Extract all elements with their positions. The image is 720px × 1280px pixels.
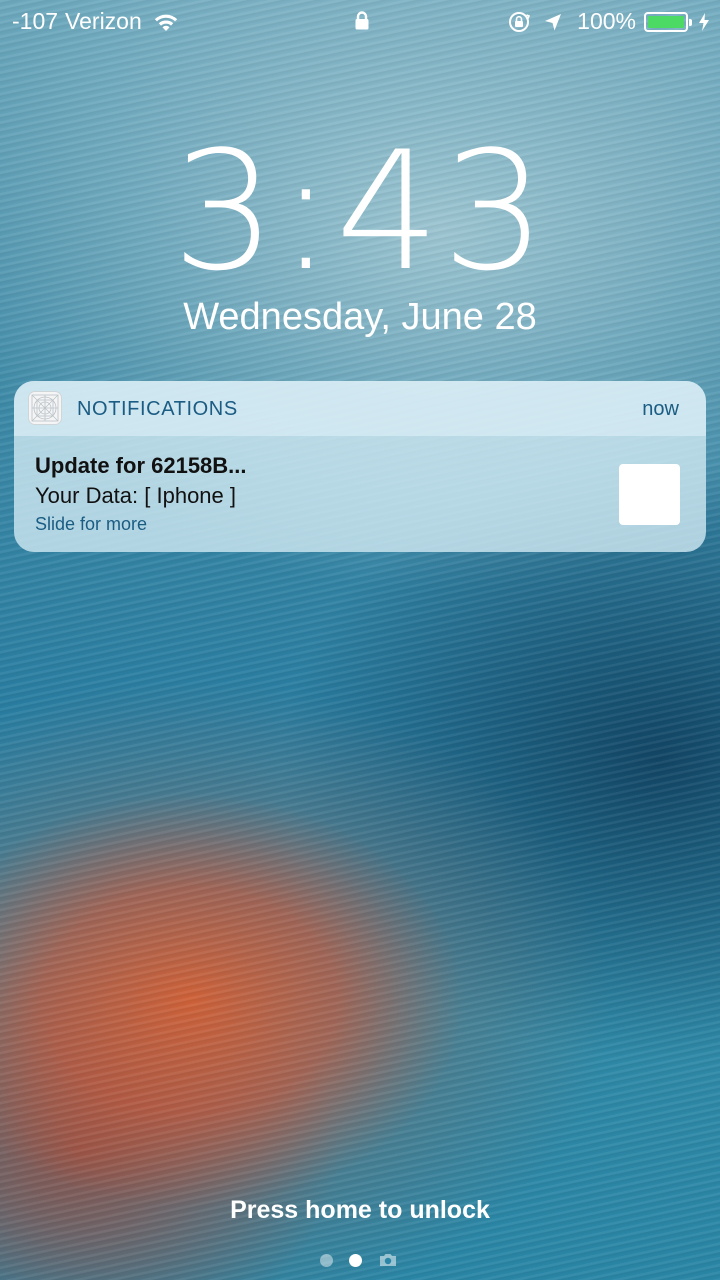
battery-tip <box>689 18 692 26</box>
camera-icon[interactable] <box>378 1252 398 1268</box>
status-bar-left: -107 Verizon <box>12 8 180 35</box>
signal-strength: -107 <box>12 8 59 34</box>
notification-title: Update for 62158B... <box>35 453 247 478</box>
battery-icon <box>644 11 692 32</box>
unlock-hint: Press home to unlock <box>230 1196 490 1224</box>
status-bar: -107 Verizon 100% <box>0 0 720 42</box>
battery-level-fill <box>648 15 684 28</box>
lock-icon <box>354 10 370 37</box>
lock-screen-date: Wednesday, June 28 <box>183 296 537 338</box>
status-bar-right: 100% <box>507 8 710 35</box>
page-dot-active[interactable] <box>349 1253 362 1267</box>
carrier-name: Verizon <box>65 8 142 34</box>
notification-slide-action[interactable]: Slide for more <box>35 514 147 535</box>
notification-card[interactable]: NOTIFICATIONS now Update for 62158B... Y… <box>14 381 706 552</box>
wifi-icon <box>152 11 180 33</box>
lock-screen: -107 Verizon 100% 3:43 Wednesday, June 2… <box>0 0 720 1280</box>
notification-message: Your Data: [ Iphone ] <box>35 483 236 508</box>
battery-percent: 100% <box>577 8 636 34</box>
location-arrow-icon <box>543 11 563 33</box>
lock-screen-time: 3:43 <box>171 116 549 307</box>
notification-thumbnail <box>619 464 680 525</box>
notification-header: NOTIFICATIONS now <box>14 381 706 436</box>
notification-app-name: NOTIFICATIONS <box>77 398 238 420</box>
app-icon <box>28 391 62 425</box>
charging-bolt-icon <box>698 11 710 33</box>
page-indicator[interactable] <box>320 1252 398 1268</box>
notification-time: now <box>642 398 679 420</box>
page-dot[interactable] <box>320 1253 333 1267</box>
orientation-lock-icon <box>507 11 531 33</box>
